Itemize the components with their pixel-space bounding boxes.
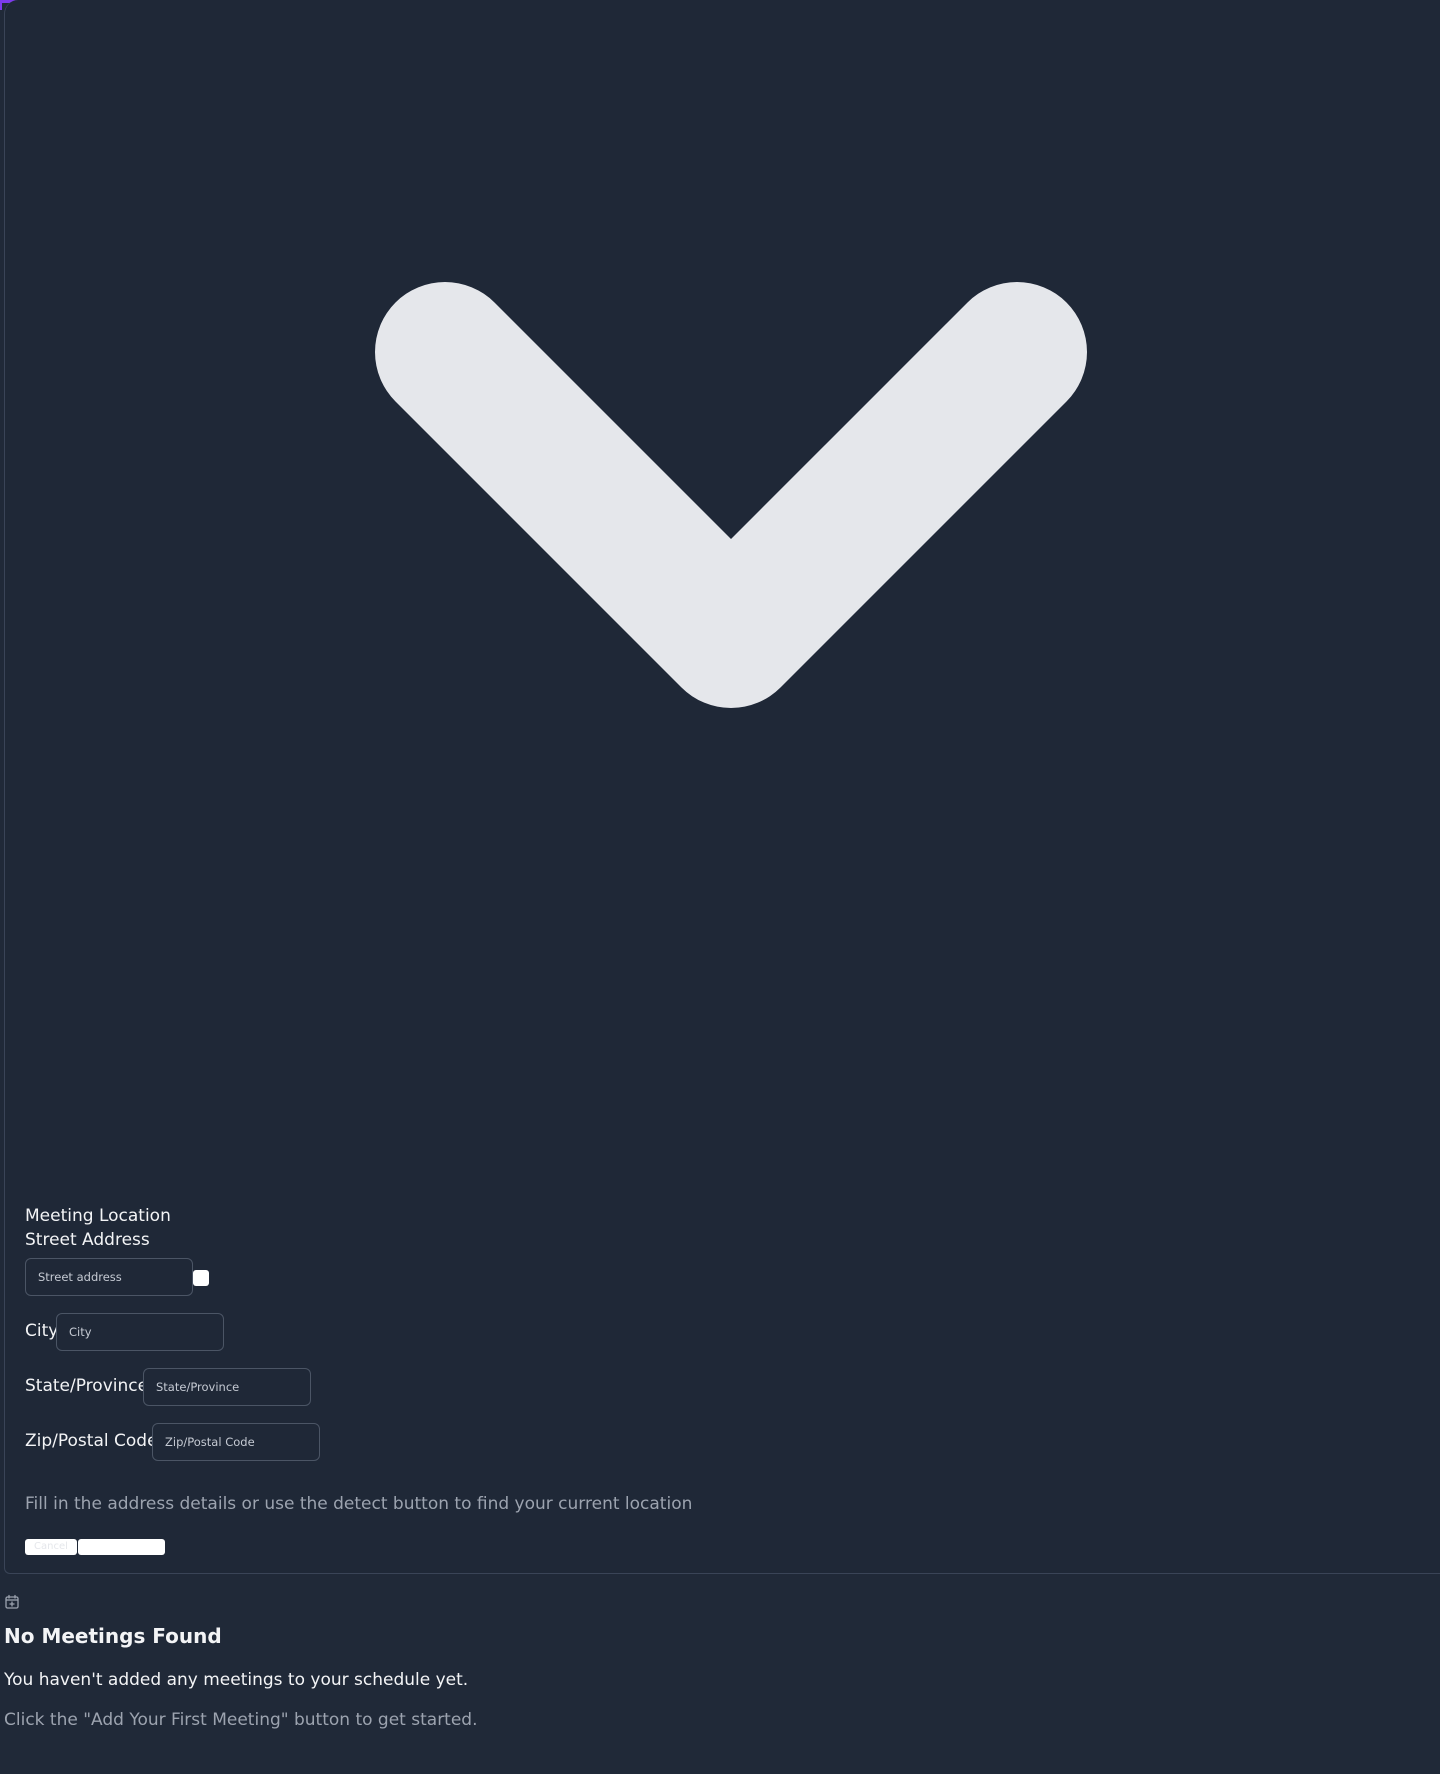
zip-postal-code-label: Zip/Postal Code [25,1431,158,1451]
detect-location-button[interactable] [193,1270,209,1286]
empty-state-message: You haven't added any meetings to your s… [4,1670,469,1690]
cancel-button[interactable]: Cancel [25,1539,77,1555]
empty-state-hint: Click the "Add Your First Meeting" butto… [4,1710,478,1730]
city-input[interactable] [56,1313,224,1351]
city-label: City [25,1321,59,1341]
save-location-button[interactable] [78,1539,165,1555]
section-title: Meeting Location [25,1206,171,1226]
location-help-text: Fill in the address details or use the d… [25,1494,693,1514]
state-province-label: State/Province [25,1376,149,1396]
calendar-plus-icon [5,1594,19,1609]
meeting-location-panel: Meeting Location Street Address City Sta… [4,0,1440,1574]
state-province-input[interactable] [143,1368,311,1406]
street-address-label: Street Address [25,1230,150,1250]
chevron-down-icon[interactable] [375,282,1087,714]
window-accent-corner-left [0,0,2,10]
zip-postal-code-input[interactable] [152,1423,320,1461]
street-address-input[interactable] [25,1258,193,1296]
empty-state-title: No Meetings Found [4,1624,222,1648]
